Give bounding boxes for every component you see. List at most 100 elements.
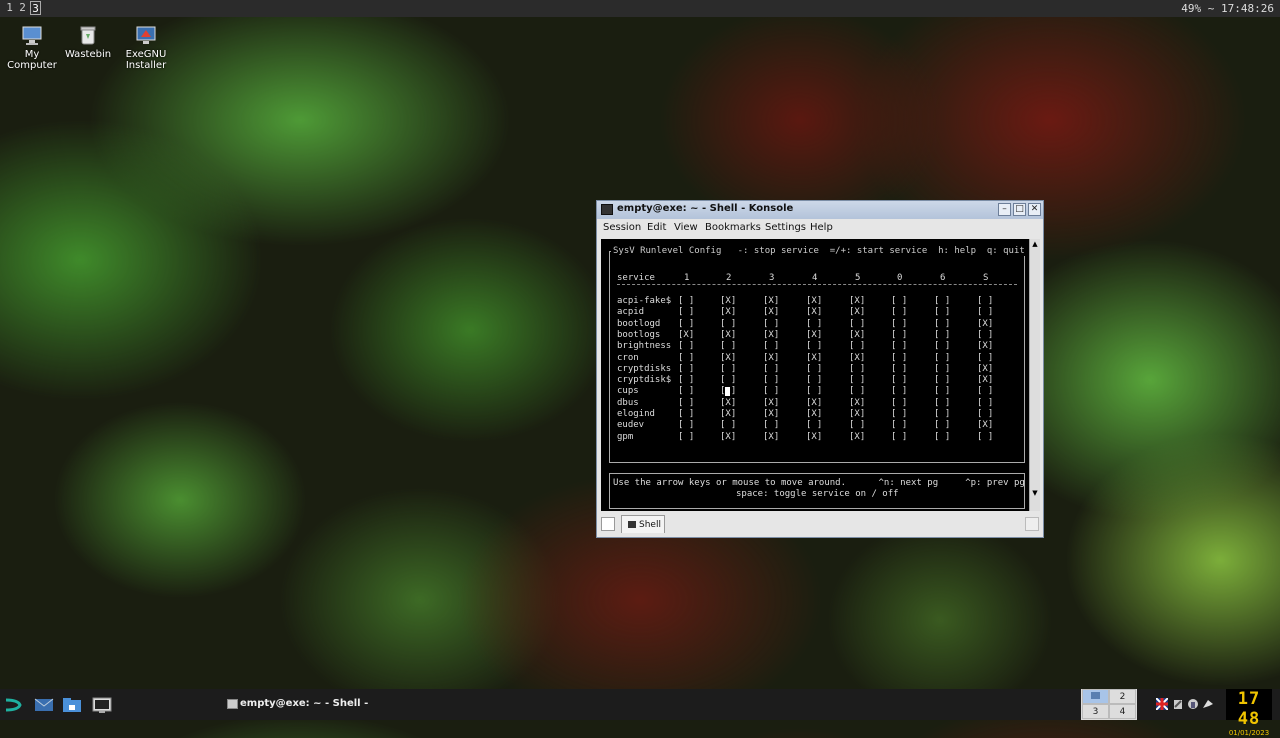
menu-settings[interactable]: Settings (765, 222, 806, 233)
runlevel-toggle[interactable]: [ ] (806, 319, 822, 330)
runlevel-toggle[interactable]: [ ] (891, 375, 907, 386)
runlevel-toggle[interactable]: [ ] (720, 375, 736, 386)
service-name[interactable]: elogind (617, 409, 655, 420)
runlevel-toggle[interactable]: [ ] (763, 420, 779, 431)
runlevel-toggle[interactable]: [ ] (849, 341, 865, 352)
runlevel-toggle[interactable]: [X] (763, 307, 779, 318)
service-name[interactable]: cups (617, 386, 639, 397)
scroll-down-icon[interactable]: ▼ (1031, 489, 1039, 497)
service-name[interactable]: cron (617, 353, 639, 364)
runlevel-toggle[interactable]: [X] (806, 409, 822, 420)
runlevel-toggle[interactable]: [ ] (806, 375, 822, 386)
runlevel-toggle[interactable]: [ ] (678, 319, 694, 330)
pager-desktop-4[interactable]: 4 (1109, 704, 1136, 719)
runlevel-toggle[interactable]: [X] (720, 409, 736, 420)
runlevel-toggle[interactable]: [ ] (891, 330, 907, 341)
runlevel-toggle[interactable]: [ ] (720, 341, 736, 352)
runlevel-toggle[interactable]: [X] (720, 432, 736, 443)
runlevel-toggle[interactable]: [ ] (678, 341, 694, 352)
runlevel-toggle[interactable]: [ ] (934, 398, 950, 409)
runlevel-toggle[interactable]: [X] (720, 296, 736, 307)
menu-edit[interactable]: Edit (647, 222, 666, 233)
runlevel-toggle[interactable]: [X] (763, 296, 779, 307)
power-icon[interactable] (1202, 698, 1214, 710)
runlevel-toggle[interactable]: [ ] (891, 420, 907, 431)
scroll-up-icon[interactable]: ▲ (1031, 240, 1039, 248)
runlevel-toggle[interactable]: [ ] (678, 307, 694, 318)
runlevel-toggle[interactable]: [ ] (806, 364, 822, 375)
runlevel-toggle[interactable]: [ ] (891, 353, 907, 364)
runlevel-toggle[interactable]: [ ] (678, 353, 694, 364)
runlevel-toggle[interactable]: [ ] (934, 420, 950, 431)
terminal-area[interactable]: SysV Runlevel Config -: stop service =/+… (601, 239, 1035, 511)
runlevel-toggle[interactable]: [ ] (934, 330, 950, 341)
runlevel-toggle[interactable]: [ ] (678, 375, 694, 386)
mail-icon[interactable] (34, 696, 54, 714)
close-button[interactable]: ✕ (1028, 203, 1041, 216)
runlevel-toggle[interactable]: [X] (849, 330, 865, 341)
runlevel-toggle[interactable]: [X] (849, 409, 865, 420)
runlevel-toggle[interactable]: [ ] (678, 420, 694, 431)
runlevel-toggle[interactable]: [ ] (891, 319, 907, 330)
runlevel-toggle[interactable]: [X] (806, 432, 822, 443)
runlevel-toggle[interactable]: [X] (977, 364, 993, 375)
service-name[interactable]: dbus (617, 398, 639, 409)
close-tab-icon[interactable] (1025, 517, 1039, 531)
service-name[interactable]: acpi-fake$ (617, 296, 671, 307)
runlevel-toggle[interactable]: [ ] (934, 364, 950, 375)
runlevel-toggle[interactable]: [X] (849, 353, 865, 364)
runlevel-toggle[interactable]: [ ] (934, 353, 950, 364)
workspace-3[interactable]: 3 (30, 1, 41, 15)
service-name[interactable]: bootlogs (617, 330, 660, 341)
desktop-icon-exegnu-installer[interactable]: ExeGNU Installer (114, 24, 178, 71)
menu-view[interactable]: View (674, 222, 698, 233)
runlevel-toggle[interactable]: [ ] (977, 398, 993, 409)
service-name[interactable]: gpm (617, 432, 633, 443)
runlevel-toggle[interactable]: [X] (806, 330, 822, 341)
start-menu-icon[interactable] (4, 696, 24, 714)
runlevel-toggle[interactable]: [ ] (977, 307, 993, 318)
runlevel-toggle[interactable]: [ ] (891, 386, 907, 397)
runlevel-toggle[interactable]: [ ] (934, 296, 950, 307)
runlevel-toggle[interactable]: [ ] (891, 432, 907, 443)
maximize-button[interactable]: □ (1013, 203, 1026, 216)
terminal-scrollbar[interactable]: ▲ ▼ (1029, 239, 1040, 511)
pager-desktop-3[interactable]: 3 (1082, 704, 1109, 719)
runlevel-toggle[interactable]: [ ] (763, 341, 779, 352)
file-manager-icon[interactable] (62, 696, 82, 714)
runlevel-toggle[interactable]: [ ] (806, 420, 822, 431)
workspace-2[interactable]: 2 (17, 1, 28, 15)
runlevel-toggle[interactable]: [ ] (934, 386, 950, 397)
runlevel-toggle[interactable]: [ ] (678, 432, 694, 443)
runlevel-toggle[interactable]: [ ] (891, 364, 907, 375)
runlevel-toggle[interactable]: [ ] (977, 409, 993, 420)
runlevel-toggle[interactable]: [ ] (849, 420, 865, 431)
runlevel-toggle[interactable]: [ ] (763, 319, 779, 330)
runlevel-toggle[interactable]: [X] (720, 398, 736, 409)
runlevel-toggle[interactable]: [X] (720, 307, 736, 318)
runlevel-toggle[interactable]: [X] (763, 330, 779, 341)
runlevel-toggle[interactable]: [ ] (977, 353, 993, 364)
runlevel-toggle[interactable]: [ ] (678, 386, 694, 397)
workspace-1[interactable]: 1 (4, 1, 15, 15)
runlevel-toggle[interactable]: [X] (806, 307, 822, 318)
runlevel-toggle[interactable]: [ ] (977, 330, 993, 341)
menu-session[interactable]: Session (603, 222, 641, 233)
runlevel-toggle[interactable]: [X] (763, 353, 779, 364)
network-icon[interactable] (1187, 698, 1199, 710)
desktop-icon-my-computer[interactable]: My Computer (0, 24, 64, 71)
runlevel-toggle[interactable]: [ ] (891, 307, 907, 318)
runlevel-toggle[interactable]: [X] (678, 330, 694, 341)
service-name[interactable]: cryptdisks (617, 364, 671, 375)
runlevel-toggle[interactable]: [ ] (849, 364, 865, 375)
service-name[interactable]: bootlogd (617, 319, 660, 330)
terminal-launcher-icon[interactable] (92, 696, 112, 714)
service-name[interactable]: acpid (617, 307, 644, 318)
menu-bookmarks[interactable]: Bookmarks (705, 222, 761, 233)
runlevel-toggle[interactable]: [X] (763, 432, 779, 443)
runlevel-toggle[interactable]: [ ] (849, 375, 865, 386)
runlevel-toggle[interactable]: [ ] (763, 364, 779, 375)
runlevel-toggle[interactable]: [ ] (678, 398, 694, 409)
runlevel-toggle[interactable]: [ ] (977, 432, 993, 443)
minimize-button[interactable]: – (998, 203, 1011, 216)
